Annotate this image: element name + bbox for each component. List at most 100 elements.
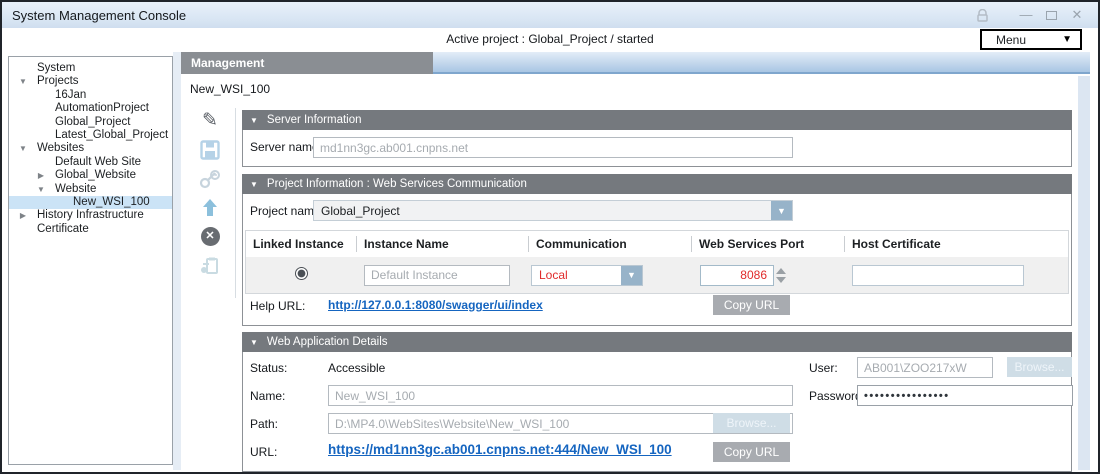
user-input[interactable] [857, 357, 993, 378]
collapse-icon[interactable]: ▼ [250, 116, 258, 125]
browse-path-button[interactable]: Browse... [713, 413, 790, 433]
cancel-circle-icon[interactable]: ✕ [188, 222, 232, 251]
web-application-details-body: Status: Accessible User: Browse... Name:… [242, 352, 1072, 472]
web-services-port-cell [691, 265, 844, 286]
communication-combobox[interactable]: Local ▼ [531, 265, 643, 286]
copy-web-app-url-button[interactable]: Copy URL [713, 442, 790, 462]
panel-divider [173, 52, 181, 470]
project-name-combobox[interactable]: Global_Project ▼ [313, 200, 793, 221]
server-information-title: Server Information [267, 114, 362, 126]
help-url-link[interactable]: http://127.0.0.1:8080/swagger/ui/index [328, 298, 543, 312]
col-instance-name: Instance Name [356, 236, 528, 252]
chevron-down-icon[interactable]: ▼ [771, 201, 792, 220]
tree-item-default-web-site[interactable]: Default Web Site [9, 156, 172, 169]
vertical-scrollbar[interactable] [1078, 76, 1090, 470]
web-application-details-title: Web Application Details [267, 336, 388, 348]
linked-instance-table: Linked Instance Instance Name Communicat… [245, 230, 1069, 294]
up-arrow-icon[interactable] [188, 193, 232, 222]
collapse-icon[interactable]: ▼ [250, 338, 258, 347]
communication-value: Local [532, 268, 621, 282]
key-clock-icon[interactable] [188, 164, 232, 193]
title-bar: System Management Console — ✕ [2, 2, 1098, 28]
menu-bar: Active project : Global_Project / starte… [2, 28, 1098, 52]
name-input[interactable] [328, 385, 793, 406]
page-title: New_WSI_100 [190, 82, 270, 96]
spinner-down-icon[interactable] [776, 277, 786, 283]
tree-expand-right-icon[interactable]: ▶ [35, 169, 47, 182]
project-information-title: Project Information : Web Services Commu… [267, 178, 527, 190]
web-application-details-header[interactable]: ▼ Web Application Details [242, 332, 1072, 352]
copy-help-url-button[interactable]: Copy URL [713, 295, 790, 315]
status-label: Status: [250, 361, 287, 375]
instance-name-input[interactable] [364, 265, 510, 286]
tree-item-websites[interactable]: ▼Websites [9, 142, 172, 155]
menu-dropdown[interactable]: Menu ▼ [980, 29, 1082, 50]
name-label: Name: [250, 389, 285, 403]
status-value: Accessible [328, 361, 385, 375]
edit-pencil-icon[interactable]: ✎ [188, 106, 232, 135]
path-label: Path: [250, 417, 278, 431]
server-name-label: Server name: [250, 140, 322, 154]
action-toolbar: ✎ ✕ [188, 106, 232, 280]
server-name-input[interactable] [313, 137, 793, 158]
url-label: URL: [250, 445, 277, 459]
window-controls: — ✕ [977, 2, 1084, 28]
table-header-row: Linked Instance Instance Name Communicat… [246, 231, 1068, 257]
host-certificate-input[interactable] [852, 265, 1024, 286]
section-server-information: ▼ Server Information Server name: [242, 110, 1072, 167]
clipboard-transfer-icon[interactable] [188, 251, 232, 280]
tree-item-16jan[interactable]: 16Jan [9, 89, 172, 102]
window-title: System Management Console [12, 8, 186, 23]
tree-item-system[interactable]: System [9, 62, 172, 75]
tree-expand-down-icon[interactable]: ▼ [17, 75, 29, 88]
col-web-services-port: Web Services Port [691, 236, 844, 252]
tab-management[interactable]: Management [181, 52, 433, 74]
tree-item-new-wsi-100[interactable]: New_WSI_100 [9, 196, 172, 209]
password-input[interactable] [857, 385, 1073, 406]
navigation-tree: System ▼Projects 16Jan AutomationProject… [8, 56, 173, 465]
linked-instance-radio[interactable] [295, 267, 308, 280]
lock-icon [977, 9, 988, 22]
chevron-down-icon[interactable]: ▼ [621, 266, 642, 285]
tree-item-latest-global-project[interactable]: Latest_Global_Project [9, 129, 172, 142]
collapse-icon[interactable]: ▼ [250, 180, 258, 189]
port-spinner[interactable] [776, 268, 786, 283]
table-row: Local ▼ [246, 257, 1068, 293]
col-communication: Communication [528, 236, 691, 252]
save-disk-icon[interactable] [188, 135, 232, 164]
tree-item-projects[interactable]: ▼Projects [9, 75, 172, 88]
tree-item-website[interactable]: ▼Website [9, 183, 172, 196]
tree-item-certificate[interactable]: Certificate [9, 223, 172, 236]
tree-item-global-website[interactable]: ▶Global_Website [9, 169, 172, 182]
tab-strip: Management [181, 52, 1090, 74]
communication-cell: Local ▼ [528, 265, 691, 286]
tree-expand-down-icon[interactable]: ▼ [17, 142, 29, 155]
spinner-up-icon[interactable] [776, 268, 786, 274]
help-url-label: Help URL: [250, 299, 305, 313]
minimize-button[interactable]: — [1019, 8, 1033, 22]
browse-user-button[interactable]: Browse... [1007, 357, 1072, 377]
web-services-port-input[interactable] [700, 265, 774, 286]
chevron-down-icon: ▼ [1062, 34, 1072, 45]
section-project-information: ▼ Project Information : Web Services Com… [242, 174, 1072, 326]
tree-expand-down-icon[interactable]: ▼ [35, 183, 47, 196]
user-label: User: [809, 361, 838, 375]
col-linked-instance: Linked Instance [246, 236, 356, 252]
tree-item-global-project[interactable]: Global_Project [9, 116, 172, 129]
server-information-header[interactable]: ▼ Server Information [242, 110, 1072, 130]
close-button[interactable]: ✕ [1070, 8, 1084, 22]
tree-item-history-infrastructure[interactable]: ▶History Infrastructure [9, 209, 172, 222]
host-certificate-cell [844, 265, 1068, 286]
active-project-status: Active project : Global_Project / starte… [2, 32, 1098, 46]
section-web-application-details: ▼ Web Application Details Status: Access… [242, 332, 1072, 472]
maximize-button[interactable] [1046, 11, 1057, 20]
server-information-body: Server name: [242, 130, 1072, 167]
app-window: System Management Console — ✕ Active pro… [0, 0, 1100, 474]
toolbar-separator [235, 108, 236, 298]
project-information-header[interactable]: ▼ Project Information : Web Services Com… [242, 174, 1072, 194]
tree-expand-right-icon[interactable]: ▶ [17, 209, 29, 222]
linked-instance-cell [246, 267, 356, 283]
web-app-url-link[interactable]: https://md1nn3gc.ab001.cnpns.net:444/New… [328, 442, 672, 457]
tree-item-automationproject[interactable]: AutomationProject [9, 102, 172, 115]
instance-name-cell [356, 265, 528, 286]
